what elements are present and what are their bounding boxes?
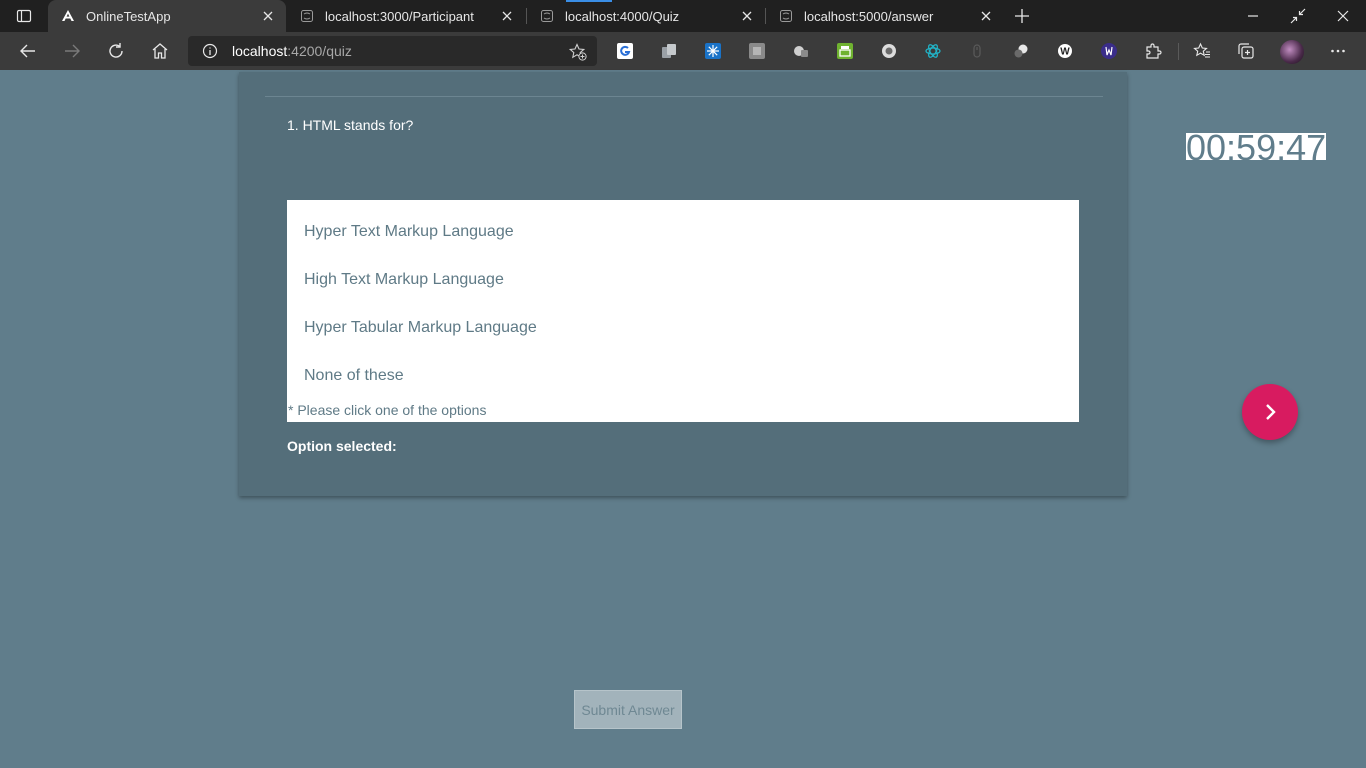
page-icon <box>778 8 794 24</box>
quiz-card: 1. HTML stands for? Hyper Text Markup La… <box>239 72 1127 496</box>
site-info-icon[interactable] <box>202 43 218 59</box>
svg-text:W: W <box>1060 47 1070 58</box>
page-icon <box>539 8 555 24</box>
profile-avatar[interactable] <box>1280 40 1304 64</box>
favorites-icon[interactable] <box>1186 35 1218 67</box>
browser-toolbar: localhost:4200/quiz W <box>0 32 1366 70</box>
option-selected-label: Option selected: <box>287 438 397 454</box>
add-favorite-icon[interactable] <box>568 43 587 61</box>
close-tab-icon[interactable] <box>739 8 755 24</box>
options-panel: Hyper Text Markup Language High Text Mar… <box>287 200 1079 422</box>
angular-icon <box>60 8 76 24</box>
url-path: :4200/quiz <box>287 43 352 59</box>
card-divider <box>265 96 1103 97</box>
extension-8-icon[interactable] <box>925 43 941 59</box>
close-tab-icon[interactable] <box>260 8 276 24</box>
forward-icon[interactable] <box>56 35 88 67</box>
close-tab-icon[interactable] <box>499 8 515 24</box>
countdown-timer: 00:59:47 <box>1186 133 1326 160</box>
tab-title: localhost:3000/Participant <box>325 8 474 24</box>
extension-9-icon[interactable] <box>969 43 985 59</box>
extension-3-icon[interactable] <box>705 43 721 59</box>
tab-onlinetestapp[interactable]: OnlineTestApp <box>48 0 286 32</box>
collections-icon[interactable] <box>1230 35 1262 67</box>
toolbar-divider <box>1178 43 1179 60</box>
refresh-icon[interactable] <box>100 35 132 67</box>
tab-actions-icon[interactable] <box>8 0 40 32</box>
restore-icon[interactable] <box>1277 0 1319 32</box>
extension-2-icon[interactable] <box>661 43 677 59</box>
address-bar[interactable]: localhost:4200/quiz <box>188 36 597 66</box>
submit-answer-button[interactable]: Submit Answer <box>574 690 682 729</box>
option-3[interactable]: Hyper Tabular Markup Language <box>304 319 537 337</box>
minimize-icon[interactable] <box>1232 0 1274 32</box>
tab-title: localhost:4000/Quiz <box>565 8 680 24</box>
page-icon <box>299 8 315 24</box>
extension-10-icon[interactable] <box>1013 43 1029 59</box>
extension-5-icon[interactable] <box>793 43 809 59</box>
option-2[interactable]: High Text Markup Language <box>304 271 504 289</box>
tab-title: OnlineTestApp <box>86 8 171 24</box>
new-tab-icon[interactable] <box>1006 0 1038 32</box>
extension-6-icon[interactable] <box>837 43 853 59</box>
back-icon[interactable] <box>12 35 44 67</box>
tab-quiz[interactable]: localhost:4000/Quiz <box>527 0 765 32</box>
next-question-button[interactable] <box>1242 384 1298 440</box>
close-window-icon[interactable] <box>1322 0 1364 32</box>
close-tab-icon[interactable] <box>978 8 994 24</box>
tab-loading-indicator <box>566 0 612 2</box>
tab-title: localhost:5000/answer <box>804 8 934 24</box>
extensions-puzzle-icon[interactable] <box>1137 35 1169 67</box>
option-hint: * Please click one of the options <box>288 402 487 418</box>
question-text: 1. HTML stands for? <box>287 117 414 133</box>
option-1[interactable]: Hyper Text Markup Language <box>304 223 514 241</box>
url-host: localhost <box>232 43 288 59</box>
chevron-right-icon <box>1266 404 1276 420</box>
extension-4-icon[interactable] <box>749 43 765 59</box>
tab-participant[interactable]: localhost:3000/Participant <box>287 0 525 32</box>
extension-1-icon[interactable] <box>617 43 633 59</box>
extension-11-icon[interactable]: W <box>1057 43 1073 59</box>
tab-answer[interactable]: localhost:5000/answer <box>766 0 1004 32</box>
browser-tab-strip: OnlineTestApp localhost:3000/Participant… <box>0 0 1366 32</box>
extension-12-icon[interactable] <box>1101 43 1117 59</box>
option-4[interactable]: None of these <box>304 367 404 385</box>
extension-7-icon[interactable] <box>881 43 897 59</box>
home-icon[interactable] <box>144 35 176 67</box>
more-options-icon[interactable] <box>1322 35 1354 67</box>
